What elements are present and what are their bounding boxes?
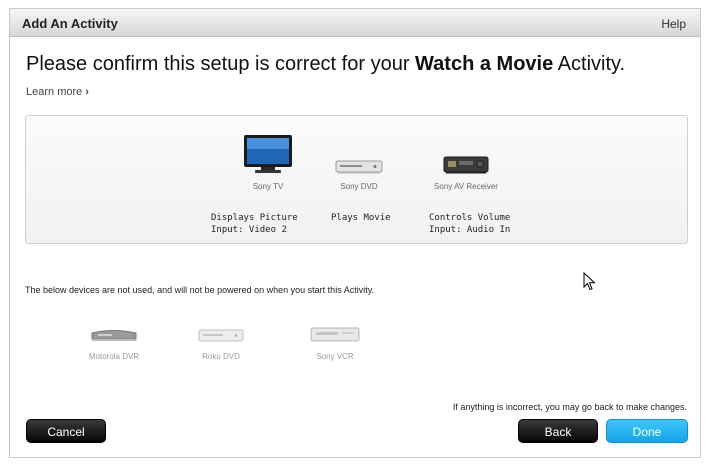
learn-more-label: Learn more [26, 86, 83, 98]
change-note: If anything is incorrect, you may go bac… [452, 402, 687, 412]
back-button[interactable]: Back [518, 419, 598, 443]
device-name: Sony TV [252, 182, 284, 191]
unused-device-roku-dvd: Roku DVD [176, 321, 266, 361]
dvr-icon [69, 321, 159, 343]
unused-device-sony-vcr: Sony VCR [290, 321, 380, 361]
done-button[interactable]: Done [606, 419, 688, 443]
device-name: Sony VCR [316, 352, 354, 361]
device-sony-av-receiver: Sony AV Receiver [416, 130, 516, 191]
device-name: Sony AV Receiver [434, 182, 498, 191]
device-name: Motorola DVR [88, 352, 140, 361]
unused-devices-note: The below devices are not used, and will… [25, 285, 375, 295]
add-activity-dialog: Add An Activity Help Please confirm this… [9, 8, 701, 458]
cancel-button[interactable]: Cancel [26, 419, 106, 443]
dialog-titlebar: Add An Activity Help [10, 9, 700, 37]
device-role: Plays Movie [331, 213, 391, 223]
help-link[interactable]: Help [661, 17, 686, 31]
tv-icon [218, 130, 318, 174]
device-role-sony-tv: Displays Picture Input: Video 2 [211, 212, 298, 236]
device-name: Roku DVD [202, 352, 240, 361]
dvd-player-icon [309, 130, 409, 174]
mouse-pointer-icon [583, 271, 597, 297]
device-sony-dvd: Sony DVD [309, 130, 409, 191]
activity-name: Watch a Movie [415, 53, 554, 75]
chevron-right-icon: › [85, 86, 89, 98]
device-input: Input: Audio In [429, 225, 511, 235]
device-input: Input: Video 2 [211, 225, 287, 235]
title-suffix: Activity. [553, 53, 626, 75]
device-name: Sony DVD [340, 182, 378, 191]
page-title: Please confirm this setup is correct for… [26, 53, 625, 76]
av-receiver-icon [416, 130, 516, 174]
vcr-icon [290, 321, 380, 343]
dialog-title: Add An Activity [22, 16, 118, 31]
dvd-player-icon [176, 321, 266, 343]
unused-device-motorola-dvr: Motorola DVR [69, 321, 159, 361]
active-devices-panel: Sony TV Displays Picture Input: Video 2 … [25, 115, 688, 244]
device-sony-tv: Sony TV [218, 130, 318, 191]
device-role-sony-dvd: Plays Movie [331, 212, 391, 224]
title-prefix: Please confirm this setup is correct for… [26, 53, 416, 75]
device-role: Controls Volume [429, 213, 511, 223]
learn-more-link[interactable]: Learn more › [26, 86, 89, 98]
device-role: Displays Picture [211, 213, 298, 223]
device-role-sony-av-receiver: Controls Volume Input: Audio In [429, 212, 510, 236]
